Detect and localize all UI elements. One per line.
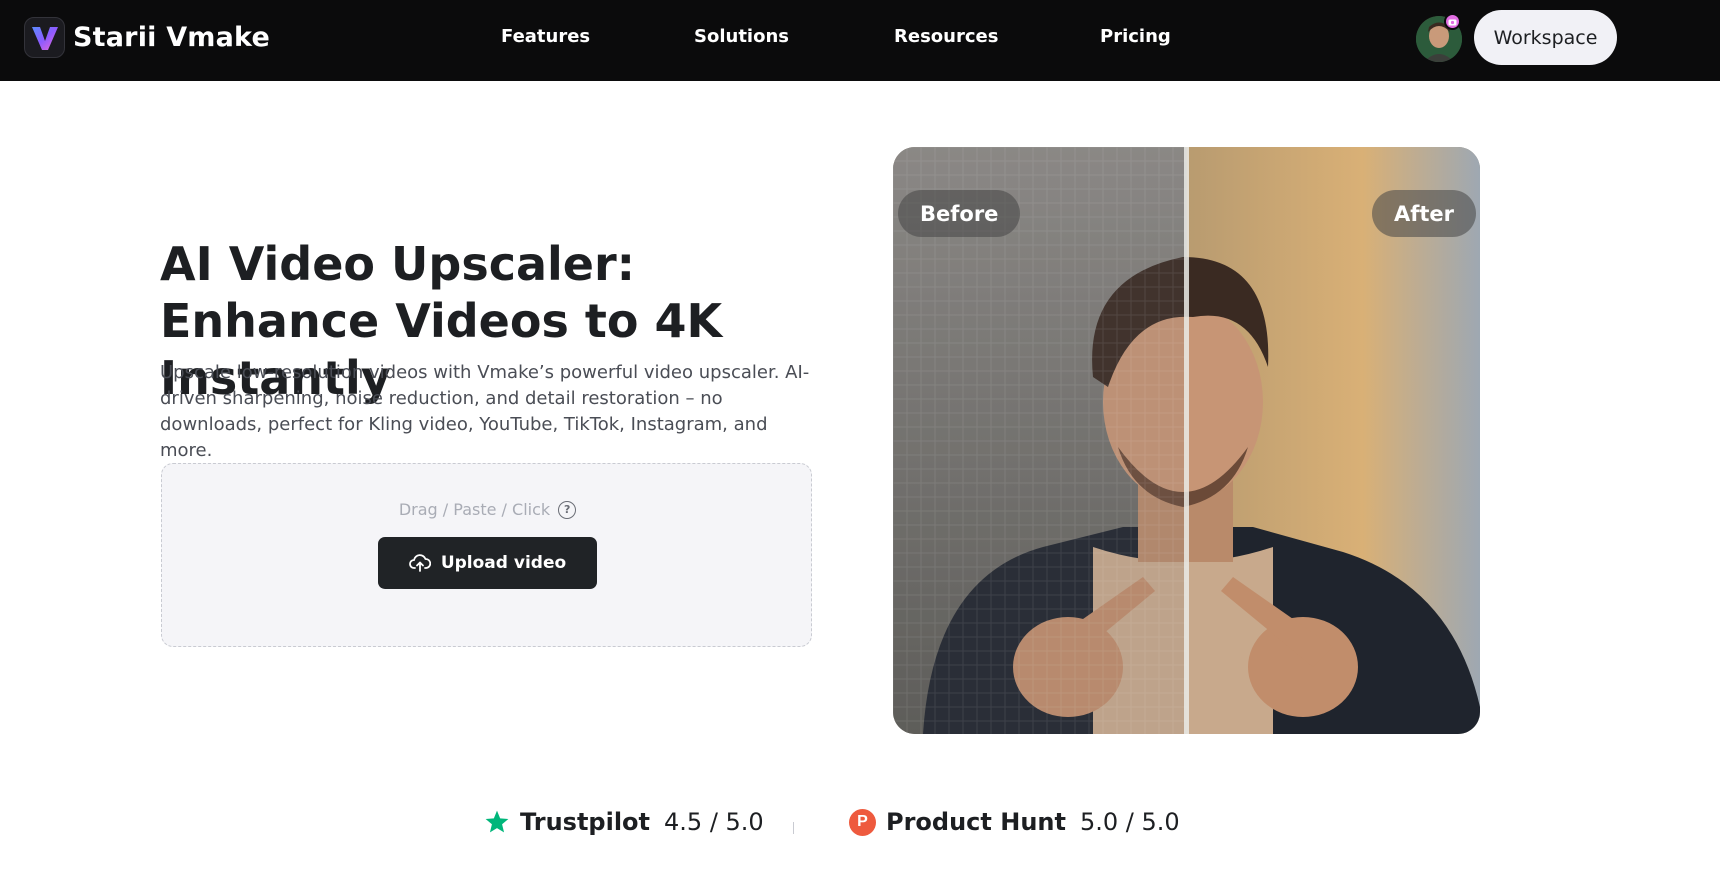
brand-name: Starii Vmake bbox=[73, 22, 270, 53]
star-icon bbox=[485, 810, 509, 833]
upload-video-label: Upload video bbox=[440, 553, 567, 573]
rating-product-hunt-name: Product Hunt bbox=[886, 808, 1066, 836]
brand-home-link[interactable]: Starii Vmake bbox=[24, 17, 270, 58]
nav-resources[interactable]: Resources bbox=[894, 26, 998, 47]
nav-solutions[interactable]: Solutions bbox=[694, 26, 789, 47]
drop-hint-text: Drag / Paste / Click bbox=[398, 500, 551, 519]
rating-product-hunt-score: 5.0 / 5.0 bbox=[1079, 808, 1180, 836]
product-hunt-icon: P bbox=[849, 808, 876, 836]
nav-pricing[interactable]: Pricing bbox=[1100, 26, 1171, 47]
top-navigation: Starii Vmake Features Solutions Resource… bbox=[0, 0, 1720, 81]
question-circle-icon[interactable]: ? bbox=[558, 500, 577, 519]
vmake-logo-icon bbox=[24, 17, 65, 58]
camera-badge-icon bbox=[1444, 13, 1461, 30]
nav-features[interactable]: Features bbox=[501, 26, 590, 47]
ratings-bar: Trustpilot 4.5 / 5.0 P Product Hunt 5.0 … bbox=[0, 808, 1720, 848]
upload-dropzone[interactable]: Drag / Paste / Click ? Upload video bbox=[161, 463, 812, 647]
workspace-button[interactable]: Workspace bbox=[1474, 10, 1617, 65]
before-after-comparison[interactable]: Before After bbox=[893, 147, 1480, 734]
rating-trustpilot-score: 4.5 / 5.0 bbox=[664, 808, 764, 836]
hero-description: Upscale low-resolution videos with Vmake… bbox=[160, 362, 810, 461]
upload-video-button[interactable]: Upload video bbox=[378, 537, 597, 589]
rating-trustpilot[interactable]: Trustpilot 4.5 / 5.0 bbox=[484, 808, 764, 836]
rating-product-hunt[interactable]: P Product Hunt 5.0 / 5.0 bbox=[849, 808, 1180, 836]
before-label: Before bbox=[898, 190, 1021, 237]
drop-hint: Drag / Paste / Click ? bbox=[162, 500, 813, 519]
after-label: After bbox=[1371, 190, 1476, 237]
cloud-upload-icon bbox=[408, 554, 431, 572]
comparison-divider-handle[interactable] bbox=[1184, 147, 1189, 734]
rating-trustpilot-name: Trustpilot bbox=[520, 808, 651, 836]
ratings-divider bbox=[793, 822, 794, 834]
